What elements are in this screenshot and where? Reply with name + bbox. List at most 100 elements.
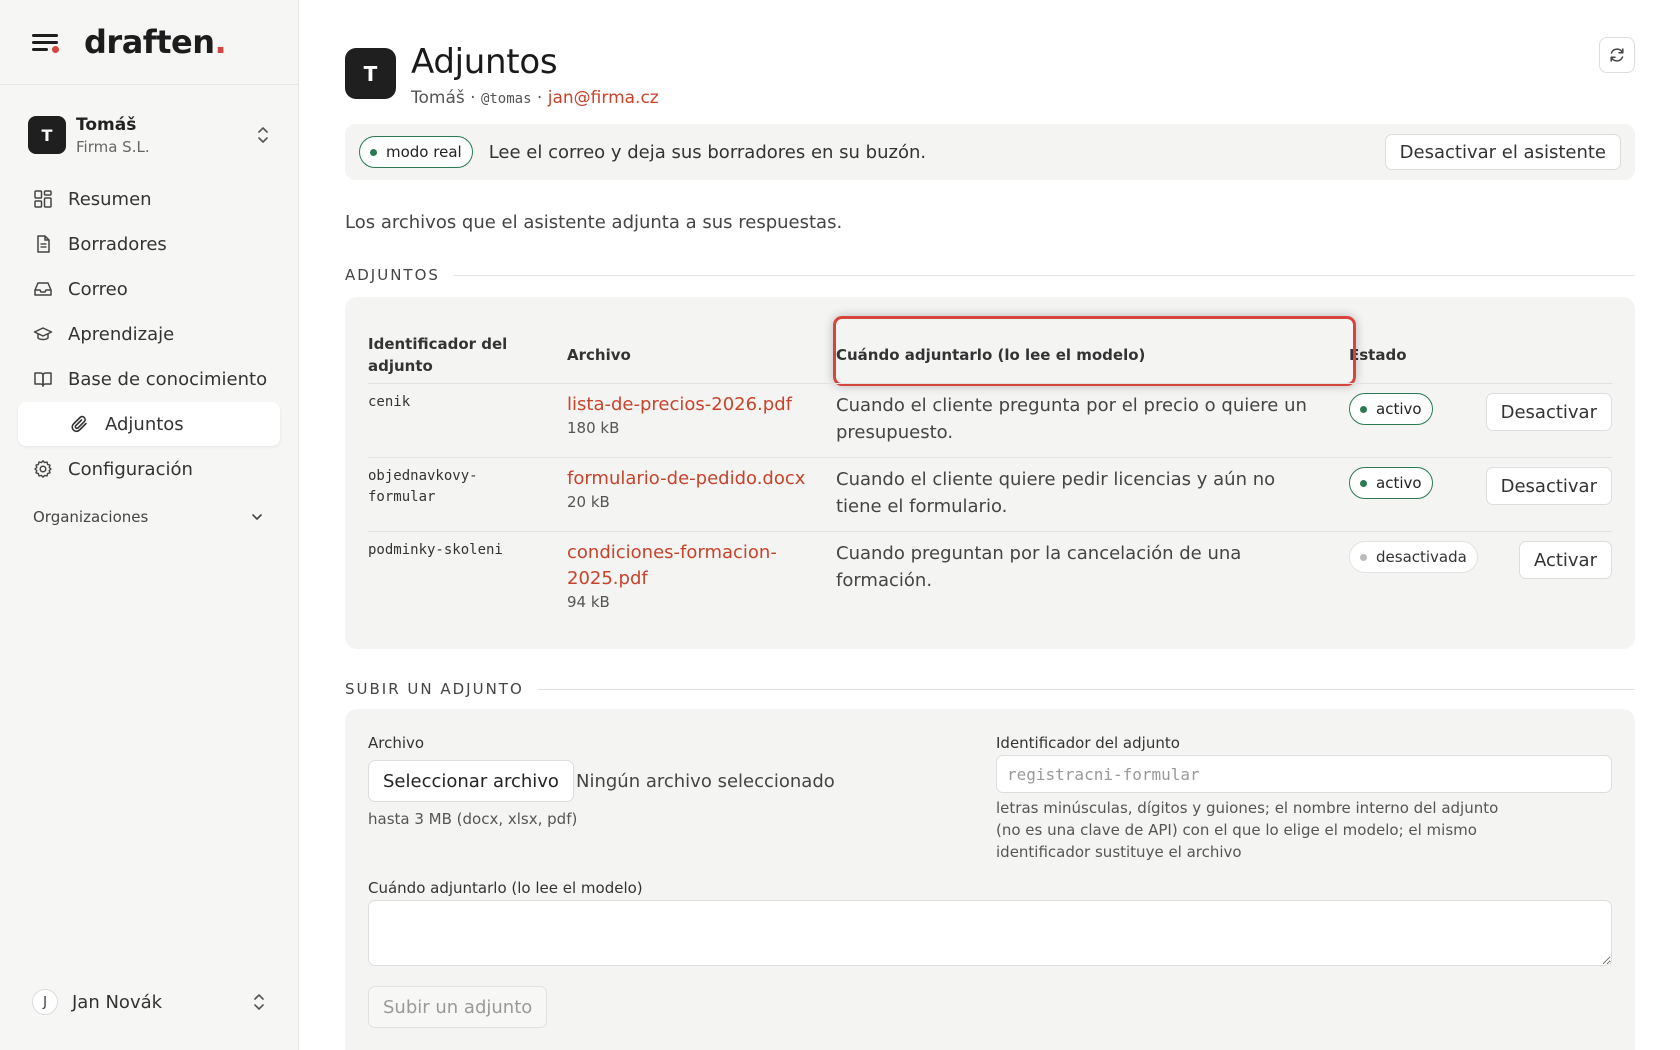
user-name: Jan Novák [72, 991, 163, 1013]
gear-icon [34, 460, 52, 478]
sidebar-item-label: Adjuntos [105, 413, 184, 435]
upload-submit-button[interactable]: Subir un adjunto [368, 986, 548, 1028]
file-label: Archivo [368, 734, 425, 752]
sidebar: draften. T Tomáš Firma S.L. Resumen Borr… [0, 0, 299, 1050]
id-label: Identificador del adjunto [996, 734, 1180, 752]
user-switcher[interactable]: J Jan Novák [18, 978, 280, 1026]
organizations-label: Organizaciones [33, 508, 149, 526]
sidebar-item-label: Correo [68, 278, 128, 300]
meta-handle: @tomas [480, 91, 532, 107]
attachment-file: lista-de-precios-2026.pdf 180 kB [567, 392, 807, 437]
mode-description: Lee el correo y deja sus borradores en s… [488, 141, 927, 163]
row-divider [368, 457, 1612, 458]
no-file-text: Ningún archivo seleccionado [576, 771, 835, 792]
when-label: Cuándo adjuntarlo (lo lee el modelo) [368, 879, 643, 897]
attachment-state: desactivada [1349, 541, 1478, 573]
sidebar-item-configuracion[interactable]: Configuración [18, 447, 280, 491]
file-size: 180 kB [567, 419, 620, 437]
status-dot-icon [1360, 479, 1367, 487]
column-header-file: Archivo [567, 346, 631, 364]
page-meta: Tomáš · @tomas · jan@firma.cz [411, 88, 659, 108]
file-link[interactable]: formulario-de-pedido.docx [567, 466, 807, 492]
attachment-id: objednavkovy-formular [368, 468, 478, 505]
file-size: 94 kB [567, 593, 610, 611]
meta-name: Tomáš [411, 88, 465, 108]
mode-bar: modo real Lee el correo y deja sus borra… [345, 124, 1635, 180]
sidebar-item-borradores[interactable]: Borradores [18, 222, 280, 266]
select-file-button[interactable]: Seleccionar archivo [368, 760, 574, 802]
intro-text: Los archivos que el asistente adjunta a … [345, 212, 843, 233]
attachment-id: podminky-skoleni [368, 542, 503, 558]
attachment-when: Cuando el cliente quiere pedir licencias… [836, 469, 1276, 517]
book-icon [34, 372, 52, 387]
inbox-icon [34, 282, 52, 296]
file-hint: hasta 3 MB (docx, xlsx, pdf) [368, 810, 578, 828]
org-switcher[interactable]: T Tomáš Firma S.L. [18, 107, 280, 163]
status-badge: desactivada [1349, 541, 1478, 573]
status-badge: activo [1349, 467, 1433, 499]
when-textarea[interactable] [368, 900, 1612, 966]
deactivate-assistant-button[interactable]: Desactivar el asistente [1384, 134, 1621, 170]
chevron-down-icon [252, 514, 262, 520]
attachment-state: activo [1349, 467, 1433, 499]
sidebar-item-label: Configuración [68, 458, 193, 480]
org-company: Firma S.L. [76, 137, 150, 156]
attachment-id-input[interactable] [996, 755, 1612, 793]
sidebar-item-label: Borradores [68, 233, 167, 255]
refresh-icon [1610, 48, 1624, 62]
sidebar-item-adjuntos[interactable]: Adjuntos [18, 402, 280, 446]
meta-email[interactable]: jan@firma.cz [548, 88, 659, 108]
attachment-id: cenik [368, 394, 411, 410]
sidebar-item-label: Base de conocimiento [68, 368, 268, 390]
status-dot-icon [1360, 553, 1367, 561]
chevron-up-down-icon [254, 994, 264, 1010]
organizations-section[interactable]: Organizaciones [0, 492, 298, 526]
main-content: T Adjuntos Tomáš · @tomas · jan@firma.cz… [345, 0, 1635, 1050]
attachments-table: Identificador del adjunto Archivo Cuándo… [345, 297, 1635, 649]
deactivate-button[interactable]: Desactivar [1485, 393, 1612, 431]
row-divider [368, 383, 1612, 384]
logo[interactable]: draften. [84, 23, 227, 61]
file-link[interactable]: lista-de-precios-2026.pdf [567, 392, 807, 418]
page-title: Adjuntos [411, 42, 558, 82]
menu-icon[interactable] [32, 30, 60, 54]
highlight-annotation [833, 316, 1356, 386]
status-badge: activo [1349, 393, 1433, 425]
chevron-up-down-icon [258, 127, 268, 143]
deactivate-button[interactable]: Desactivar [1485, 467, 1612, 505]
meta-separator: · [531, 88, 548, 108]
refresh-button[interactable] [1599, 37, 1635, 73]
column-header-id: Identificador del adjunto [368, 335, 508, 375]
page-avatar: T [345, 48, 396, 99]
user-avatar: J [32, 989, 58, 1015]
sidebar-item-label: Resumen [68, 188, 152, 210]
sidebar-item-resumen[interactable]: Resumen [18, 177, 280, 221]
document-icon [37, 235, 50, 253]
org-avatar: T [28, 116, 66, 154]
dashboard-icon [34, 190, 52, 208]
brand-bar: draften. [0, 0, 298, 85]
paperclip-icon [71, 415, 87, 433]
activate-button[interactable]: Activar [1518, 541, 1612, 579]
upload-section-label: SUBIR UN ADJUNTO [345, 680, 1635, 698]
attachment-state: activo [1349, 393, 1433, 425]
status-dot-icon [1360, 405, 1367, 413]
attachment-file: condiciones-formacion-2025.pdf 94 kB [567, 540, 787, 611]
mode-badge: modo real [359, 136, 473, 168]
file-size: 20 kB [567, 493, 610, 511]
attachment-file: formulario-de-pedido.docx 20 kB [567, 466, 807, 511]
sidebar-item-aprendizaje[interactable]: Aprendizaje [18, 312, 280, 356]
sidebar-item-label: Aprendizaje [68, 323, 175, 345]
status-dot-icon [370, 148, 377, 156]
page-header: T Adjuntos Tomáš · @tomas · jan@firma.cz [345, 44, 659, 108]
id-hint: letras minúsculas, dígitos y guiones; el… [996, 799, 1499, 861]
sidebar-item-base-de-conocimiento[interactable]: Base de conocimiento [18, 357, 280, 401]
sidebar-nav: Resumen Borradores Correo Aprendizaje Ba… [0, 177, 298, 491]
sidebar-item-correo[interactable]: Correo [18, 267, 280, 311]
row-divider [368, 531, 1612, 532]
file-link[interactable]: condiciones-formacion-2025.pdf [567, 540, 787, 592]
graduation-cap-icon [33, 327, 53, 341]
column-header-state: Estado [1349, 346, 1407, 364]
attachments-section-label: ADJUNTOS [345, 266, 1635, 284]
attachment-when: Cuando el cliente pregunta por el precio… [836, 395, 1307, 443]
